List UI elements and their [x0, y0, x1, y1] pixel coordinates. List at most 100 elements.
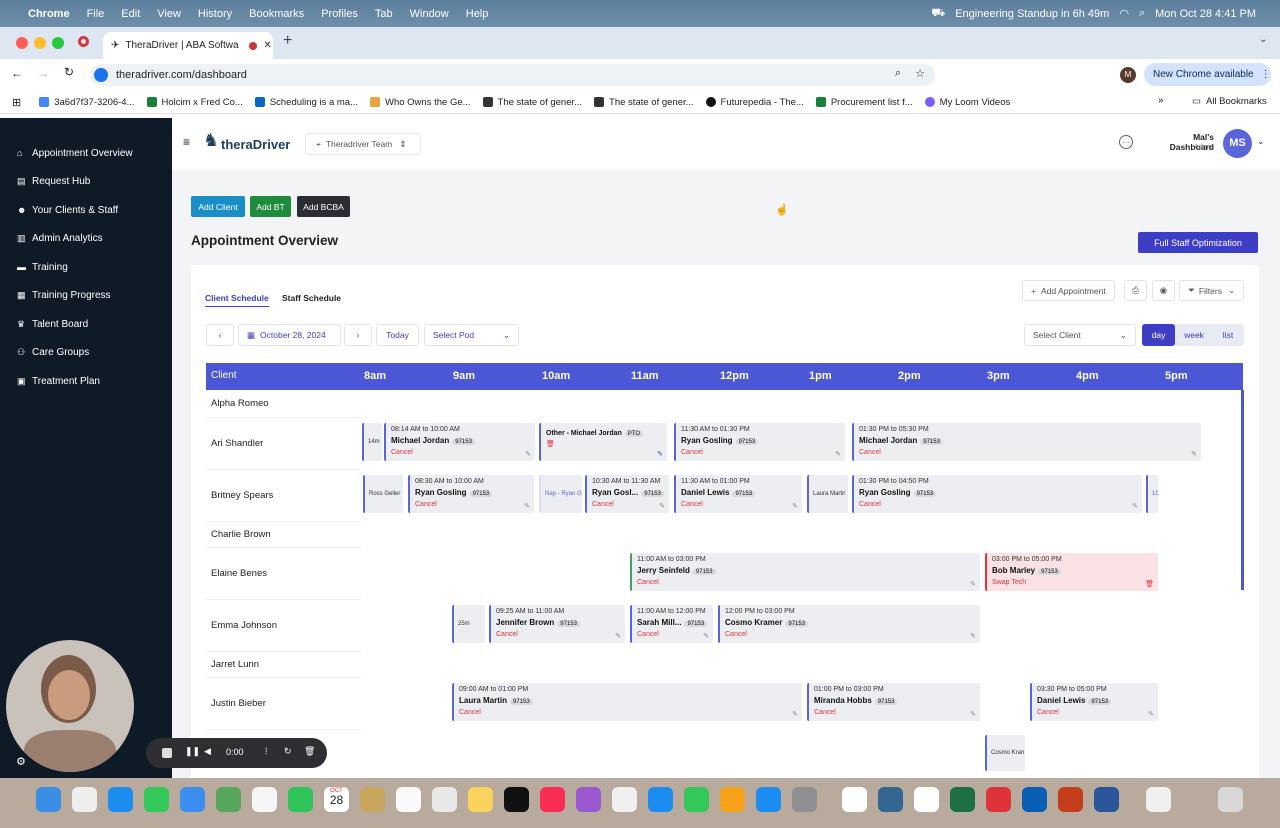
- sidebar-item-care-groups[interactable]: ⚇ Care Groups: [0, 339, 172, 368]
- podcasts-icon[interactable]: [576, 787, 601, 812]
- pages-icon[interactable]: [720, 787, 745, 812]
- menu-profiles[interactable]: Profiles: [321, 8, 358, 20]
- full-staff-optimization-button[interactable]: Full Staff Optimization: [1138, 232, 1258, 253]
- staff-block[interactable]: Laura Martir: [807, 475, 848, 513]
- today-button[interactable]: Today: [376, 324, 419, 346]
- cancel-link[interactable]: Cancel: [592, 500, 669, 510]
- cancel-link[interactable]: Cancel: [681, 500, 802, 510]
- powerpoint-icon[interactable]: [1058, 787, 1083, 812]
- gap-block[interactable]: 25m: [452, 605, 485, 643]
- delete-icon[interactable]: 🗑: [1145, 580, 1154, 588]
- bookmark-item[interactable]: 3a6d7f37-3206-4...: [39, 97, 135, 108]
- photos-icon[interactable]: [252, 787, 277, 812]
- menu-window[interactable]: Window: [410, 8, 449, 20]
- grid-scrollbar[interactable]: [1241, 390, 1244, 590]
- cancel-link[interactable]: Cancel: [859, 448, 1201, 458]
- menu-history[interactable]: History: [198, 8, 232, 20]
- apple-tv-icon[interactable]: [504, 787, 529, 812]
- notes-icon[interactable]: [468, 787, 493, 812]
- bookmark-item[interactable]: Holcim x Fred Co...: [146, 97, 243, 108]
- sidebar-item-training[interactable]: ▬ Training: [0, 253, 172, 282]
- sidebar-item-admin-analytics[interactable]: ▥ Admin Analytics: [0, 225, 172, 254]
- print-button[interactable]: ⎙: [1124, 280, 1147, 301]
- cancel-link[interactable]: Cancel: [814, 708, 980, 718]
- cancel-link[interactable]: Cancel: [637, 578, 980, 588]
- pdf-icon[interactable]: [986, 787, 1011, 812]
- appointment-block[interactable]: 11:30 AM to 01:00 PM Daniel Lewis 97153 Can…: [674, 475, 802, 513]
- calendar-status-icon[interactable]: ⛟: [931, 7, 945, 21]
- client-select[interactable]: Select Client ⌄: [1024, 324, 1136, 346]
- system-settings-icon[interactable]: [792, 787, 817, 812]
- reminders-icon[interactable]: [396, 787, 421, 812]
- word-icon[interactable]: [1094, 787, 1119, 812]
- sidebar-item-talent-board[interactable]: ♛ Talent Board: [0, 310, 172, 339]
- cancel-link[interactable]: Cancel: [459, 708, 802, 718]
- bookmark-star-icon[interactable]: ☆: [915, 67, 925, 80]
- launchpad-icon[interactable]: [72, 787, 97, 812]
- onepassword-icon[interactable]: [1022, 787, 1047, 812]
- menu-app-name[interactable]: Chrome: [28, 8, 70, 20]
- mute-icon[interactable]: ◀: [204, 746, 211, 757]
- maps-icon[interactable]: [216, 787, 241, 812]
- bookmark-item[interactable]: My Loom Videos: [924, 97, 1010, 108]
- bookmark-item[interactable]: The state of gener...: [594, 97, 694, 108]
- nap-block[interactable]: Nap - Ryan G: [539, 475, 582, 513]
- tab-search-chevron-icon[interactable]: ⌄: [1259, 34, 1267, 45]
- new-tab-button[interactable]: +: [283, 32, 292, 50]
- reload-icon[interactable]: ↻: [64, 65, 74, 79]
- view-list-button[interactable]: list: [1212, 324, 1244, 346]
- edit-icon[interactable]: ✎: [615, 632, 621, 640]
- pause-icon[interactable]: ❚❚: [185, 746, 200, 757]
- news-icon[interactable]: [612, 787, 637, 812]
- add-bcba-button[interactable]: Add BCBA: [297, 196, 350, 217]
- hamburger-menu-icon[interactable]: ≡: [183, 135, 190, 149]
- cancel-link[interactable]: Cancel: [496, 630, 625, 640]
- view-week-button[interactable]: week: [1178, 324, 1210, 346]
- edit-icon[interactable]: ✎: [659, 502, 665, 510]
- close-tab-icon[interactable]: ✕: [263, 40, 271, 51]
- edit-icon[interactable]: ✎: [657, 450, 663, 458]
- appointment-block[interactable]: 08:14 AM to 10:00 AM Michael Jordan 97153 C…: [384, 423, 535, 461]
- tab-staff-schedule[interactable]: Staff Schedule: [282, 293, 341, 303]
- bookmark-item[interactable]: Futurepedia - The...: [705, 97, 804, 108]
- filters-button[interactable]: ⏷ Filters ⌄: [1179, 280, 1245, 301]
- edit-icon[interactable]: ✎: [970, 632, 976, 640]
- trash-icon[interactable]: [1218, 787, 1243, 812]
- menu-tab[interactable]: Tab: [375, 8, 393, 20]
- add-client-button[interactable]: Add Client: [191, 196, 245, 217]
- appointment-block[interactable]: 09:25 AM to 11:00 AM Jennifer Brown 97153 C…: [489, 605, 625, 643]
- cancel-link[interactable]: Cancel: [859, 500, 1142, 510]
- browser-tab-active[interactable]: ✈ TheraDriver | ABA Softwa ✕: [103, 32, 273, 59]
- drag-handle-icon[interactable]: ⁞: [265, 746, 268, 756]
- appointment-block[interactable]: 11:00 AM to 03:00 PM Jerry Seinfeld 97153 C…: [630, 553, 980, 591]
- appointment-block[interactable]: 01:00 PM to 03:00 PM Miranda Hobbs 97153 Ca…: [807, 683, 980, 721]
- menu-file[interactable]: File: [87, 8, 105, 20]
- numbers-icon[interactable]: [684, 787, 709, 812]
- postgres-icon[interactable]: [878, 787, 903, 812]
- edit-icon[interactable]: ✎: [703, 632, 709, 640]
- minimize-window-button[interactable]: [34, 37, 46, 49]
- chat-icon[interactable]: …: [1119, 135, 1133, 149]
- cancel-link[interactable]: Cancel: [415, 500, 534, 510]
- messages-icon[interactable]: [144, 787, 169, 812]
- gap-block[interactable]: 14m: [362, 423, 382, 461]
- back-icon[interactable]: ←: [11, 66, 23, 80]
- edit-icon[interactable]: ✎: [1132, 502, 1138, 510]
- avatar[interactable]: MS: [1223, 129, 1252, 158]
- slack-icon[interactable]: [914, 787, 939, 812]
- sidebar-item-treatment-plan[interactable]: ▣ Treatment Plan: [0, 367, 172, 396]
- menu-bookmarks[interactable]: Bookmarks: [249, 8, 304, 20]
- bookmark-item[interactable]: Scheduling is a ma...: [254, 97, 358, 108]
- keynote-icon[interactable]: [648, 787, 673, 812]
- stop-icon[interactable]: [162, 748, 172, 758]
- recording-tab-icon[interactable]: [78, 36, 89, 47]
- edit-icon[interactable]: ✎: [792, 710, 798, 718]
- prev-day-button[interactable]: ‹: [206, 324, 234, 346]
- pod-select[interactable]: Select Pod ⌄: [424, 324, 519, 346]
- app-store-icon[interactable]: [756, 787, 781, 812]
- cancel-link[interactable]: Cancel: [1037, 708, 1158, 718]
- wifi-icon[interactable]: ◠: [1119, 7, 1129, 20]
- bookmark-item[interactable]: Who Owns the Ge...: [370, 97, 471, 108]
- edit-icon[interactable]: ✎: [1191, 450, 1197, 458]
- facetime-icon[interactable]: [288, 787, 313, 812]
